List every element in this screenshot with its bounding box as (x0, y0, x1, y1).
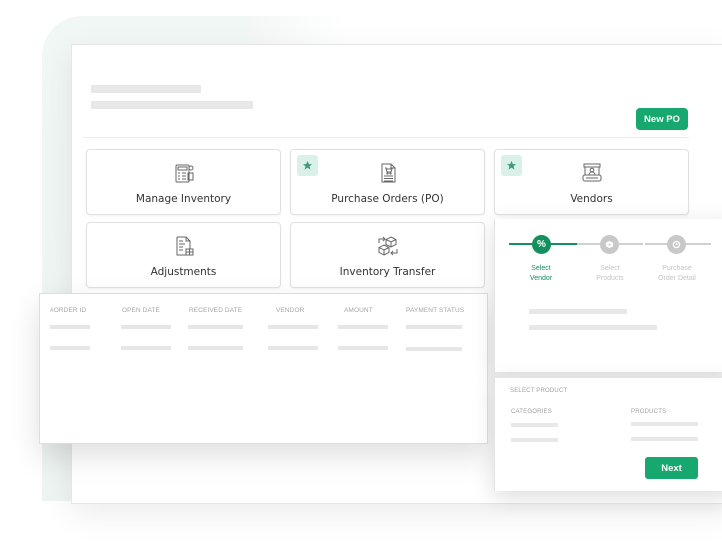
tile-label: Manage Inventory (135, 193, 232, 205)
column-header-received-date[interactable]: RECEIVED DATE (189, 307, 242, 314)
product-item-skeleton[interactable] (631, 422, 698, 426)
products-label: PRODUCTS (631, 409, 667, 415)
step-label-line1: Select (600, 265, 620, 272)
step-label: Select Vendor (506, 264, 576, 284)
cell-skeleton (121, 346, 171, 350)
step-label: Purchase Order Detail (642, 264, 712, 284)
tile-label: Inventory Transfer (339, 266, 436, 278)
cell-skeleton (268, 325, 318, 329)
cell-skeleton (50, 346, 90, 350)
inventory-transfer-boxes-icon (378, 236, 397, 256)
orders-table-card: #ORDER ID OPEN DATE RECEIVED DATE VENDOR… (39, 293, 488, 444)
title-skeleton (91, 85, 201, 93)
vendor-field-skeleton (529, 309, 627, 314)
favorite-star-button[interactable] (501, 155, 522, 176)
header-divider (83, 137, 689, 138)
step-label-line2: Order Detail (658, 275, 696, 282)
purchase-order-cart-icon (381, 163, 395, 183)
categories-label: CATEGORIES (511, 409, 552, 415)
tile-manage-inventory[interactable]: Manage Inventory (86, 149, 281, 215)
step-label-line2: Vendor (529, 275, 553, 282)
background-accent-fade (247, 16, 347, 46)
column-header-open-date[interactable]: OPEN DATE (122, 307, 160, 314)
cell-skeleton (406, 325, 462, 329)
step-label: Select Products (575, 264, 645, 284)
star-icon (506, 160, 517, 170)
next-button[interactable]: Next (645, 457, 698, 479)
tile-purchase-orders[interactable]: Purchase Orders (PO) (290, 149, 485, 215)
tile-label: Vendors (570, 193, 613, 205)
favorite-star-button[interactable] (297, 155, 318, 176)
box-heart-icon (600, 235, 619, 254)
column-header-amount[interactable]: AMOUNT (344, 307, 373, 314)
step-label-line2: Products (596, 275, 624, 282)
new-po-button[interactable]: New PO (636, 108, 688, 130)
select-product-title: SELECT PRODUCT (510, 388, 568, 394)
percent-icon: % (532, 235, 551, 254)
column-header-payment-status[interactable]: PAYMENT STATUS (406, 307, 464, 314)
subtitle-skeleton (91, 101, 253, 109)
tile-label: Purchase Orders (PO) (331, 193, 444, 205)
cell-skeleton (188, 346, 243, 350)
column-header-vendor[interactable]: VENDOR (276, 307, 304, 314)
tile-inventory-transfer[interactable]: Inventory Transfer (290, 222, 485, 288)
category-item-skeleton[interactable] (511, 438, 558, 442)
cell-skeleton (50, 325, 90, 329)
vendor-stall-icon (582, 163, 601, 182)
category-item-skeleton[interactable] (511, 423, 558, 427)
cell-skeleton (121, 325, 171, 329)
tile-label: Adjustments (150, 266, 217, 278)
po-wizard-card: % Select Vendor Select Products Purchase… (494, 219, 722, 372)
tile-vendors[interactable]: Vendors (494, 149, 689, 215)
step-label-line1: Select (531, 265, 551, 272)
star-icon (302, 160, 313, 170)
screen: New PO Manage Inventory Purchase Orders … (0, 0, 722, 543)
cell-skeleton (406, 347, 462, 351)
step-label-line1: Purchase (662, 265, 692, 272)
cell-skeleton (338, 346, 388, 350)
cell-skeleton (188, 325, 243, 329)
adjustments-document-icon (176, 236, 193, 256)
cell-skeleton (268, 346, 318, 350)
clock-icon (667, 235, 686, 254)
cell-skeleton (338, 325, 388, 329)
column-header-order-id[interactable]: #ORDER ID (50, 307, 86, 314)
inventory-calculator-icon (175, 164, 193, 183)
vendor-field-skeleton (529, 325, 657, 330)
product-item-skeleton[interactable] (631, 437, 698, 441)
tile-adjustments[interactable]: Adjustments (86, 222, 281, 288)
